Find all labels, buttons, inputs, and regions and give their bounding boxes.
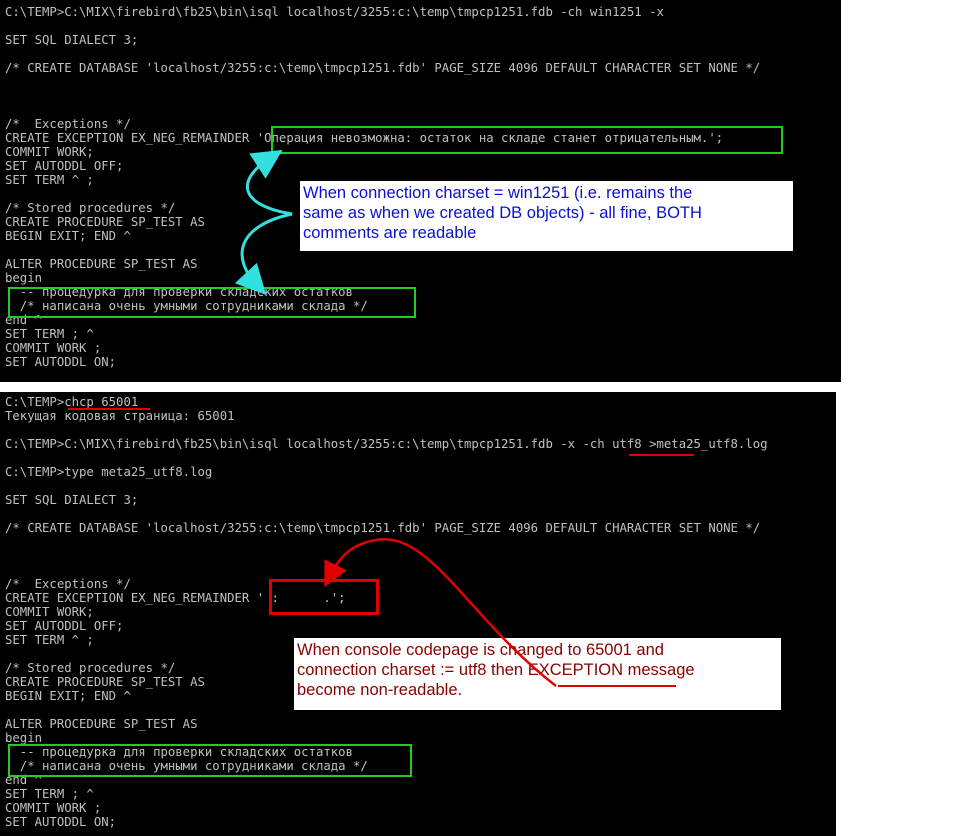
console-line: CREATE PROCEDURE SP_TEST AS (5, 215, 205, 229)
console-line: BEGIN EXIT; END ^ (5, 229, 131, 243)
callout-line: When connection charset = win1251 (i.e. … (303, 184, 693, 202)
console-line: COMMIT WORK; (5, 145, 94, 159)
console-line: begin (5, 731, 43, 745)
console-line: ALTER PROCEDURE SP_TEST AS (5, 717, 198, 731)
console-line: SET TERM ^ ; (5, 173, 94, 187)
comments-highlight (8, 287, 416, 318)
console-line: COMMIT WORK ; (5, 341, 102, 355)
console-line: BEGIN EXIT; END ^ (5, 689, 131, 703)
console-line: SET AUTODDL OFF; (5, 619, 124, 633)
callout-line: same as when we created DB objects) - al… (303, 204, 702, 222)
console-line: SET AUTODDL ON; (5, 355, 117, 369)
console-line: /* Exceptions */ (5, 117, 131, 131)
callout-line: connection charset := utf8 then EXCEPTIO… (297, 661, 695, 679)
console-line: SET TERM ; ^ (5, 327, 94, 341)
console-line: SET AUTODDL OFF; (5, 159, 124, 173)
broken-exception-message-highlight (269, 579, 379, 615)
console-line: begin (5, 271, 43, 285)
console-line: COMMIT WORK ; (5, 801, 102, 815)
console-line: SET TERM ; ^ (5, 787, 94, 801)
console-line: /* CREATE DATABASE 'localhost/3255:c:\te… (5, 61, 761, 75)
console-line: ALTER PROCEDURE SP_TEST AS (5, 257, 198, 271)
callout-win1251-note: When connection charset = win1251 (i.e. … (300, 181, 793, 251)
console-line: SET AUTODDL ON; (5, 815, 117, 829)
console-line: C:\TEMP>type meta25_utf8.log (5, 465, 213, 479)
console-line: /* Stored procedures */ (5, 661, 176, 675)
console-line: C:\TEMP>C:\MIX\firebird\fb25\bin\isql lo… (5, 437, 768, 451)
console-line: /* Stored procedures */ (5, 201, 176, 215)
console-line: SET SQL DIALECT 3; (5, 33, 139, 47)
callout-line: When console codepage is changed to 6500… (297, 641, 664, 659)
comments-highlight (8, 744, 412, 777)
console-line: SET SQL DIALECT 3; (5, 493, 139, 507)
callout-utf8-note: When console codepage is changed to 6500… (294, 638, 781, 710)
callout-line: comments are readable (303, 224, 477, 242)
console-line: CREATE PROCEDURE SP_TEST AS (5, 675, 205, 689)
console-line: C:\TEMP>C:\MIX\firebird\fb25\bin\isql lo… (5, 5, 664, 19)
exception-message-highlight (271, 126, 783, 154)
console-line: /* CREATE DATABASE 'localhost/3255:c:\te… (5, 521, 761, 535)
console-line: C:\TEMP>chcp 65001 (5, 395, 139, 409)
console-line: /* Exceptions */ (5, 577, 131, 591)
callout-line: become non-readable. (297, 681, 463, 699)
console-line: SET TERM ^ ; (5, 633, 94, 647)
console-line: COMMIT WORK; (5, 605, 94, 619)
console-window-utf8: C:\TEMP>chcp 65001 Текущая кодовая стран… (0, 392, 836, 836)
console-line: Текущая кодовая страница: 65001 (5, 409, 235, 423)
